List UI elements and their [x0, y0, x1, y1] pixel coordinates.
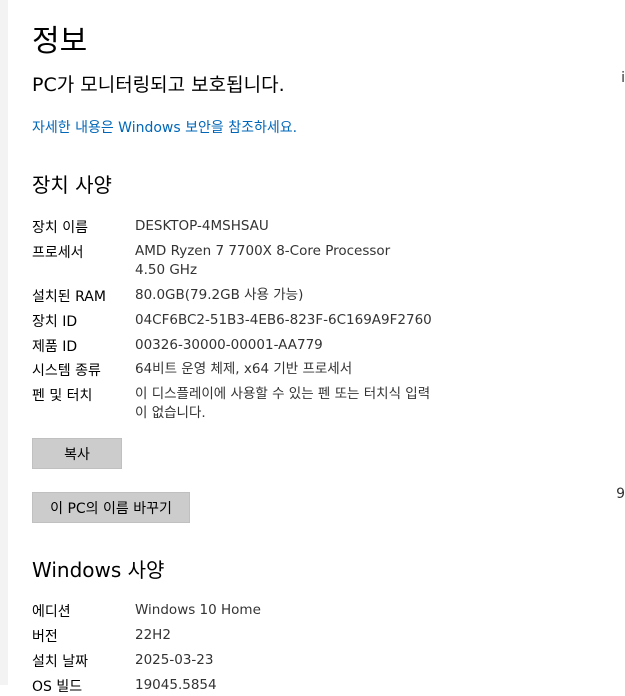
spec-label-system-type: 시스템 종류: [32, 363, 101, 379]
spec-value-processor: AMD Ryzen 7 7700X 8-Core Processor: [135, 243, 391, 259]
device-specs-heading: 장치 사양: [32, 173, 112, 197]
spec-label-ram: 설치된 RAM: [32, 289, 106, 305]
left-pane-edge: [0, 0, 8, 685]
rename-pc-button[interactable]: 이 PC의 이름 바꾸기: [32, 492, 190, 523]
spec-value-version: 22H2: [135, 627, 171, 643]
right-edge-glyph: 9: [616, 486, 625, 502]
spec-label-processor: 프로세서: [32, 245, 84, 261]
spec-label-version: 버전: [32, 629, 58, 645]
spec-label-pen-touch: 펜 및 터치: [32, 388, 93, 404]
spec-label-os-build: OS 빌드: [32, 679, 83, 695]
spec-value-pen-touch: 이 디스플레이에 사용할 수 있는 펜 또는 터치식 입력: [135, 386, 431, 402]
windows-security-link[interactable]: 자세한 내용은 Windows 보안을 참조하세요.: [32, 117, 297, 137]
spec-label-device-id: 장치 ID: [32, 314, 78, 330]
spec-value-device-id: 04CF6BC2-51B3-4EB6-823F-6C169A9F2760: [135, 312, 432, 328]
spec-value-product-id: 00326-30000-00001-AA779: [135, 337, 323, 353]
spec-label-edition: 에디션: [32, 604, 71, 620]
protection-status: PC가 모니터링되고 보호됩니다.: [32, 74, 285, 96]
spec-value-system-type: 64비트 운영 체제, x64 기반 프로세서: [135, 361, 353, 377]
spec-label-install-date: 설치 날짜: [32, 654, 88, 670]
spec-label-product-id: 제품 ID: [32, 339, 78, 355]
spec-value-install-date: 2025-03-23: [135, 652, 214, 668]
copy-button[interactable]: 복사: [32, 438, 122, 469]
spec-value-ram: 80.0GB(79.2GB 사용 가능): [135, 287, 304, 303]
spec-value-pen-touch-cont: 이 없습니다.: [135, 405, 206, 421]
spec-value-processor-speed: 4.50 GHz: [135, 262, 198, 278]
spec-value-edition: Windows 10 Home: [135, 602, 261, 618]
right-edge-glyph: i: [621, 70, 625, 86]
windows-specs-heading: Windows 사양: [32, 558, 165, 582]
page-title: 정보: [32, 24, 88, 59]
spec-value-os-build: 19045.5854: [135, 677, 217, 693]
spec-value-device-name: DESKTOP-4MSHSAU: [135, 218, 269, 234]
spec-label-device-name: 장치 이름: [32, 220, 88, 236]
